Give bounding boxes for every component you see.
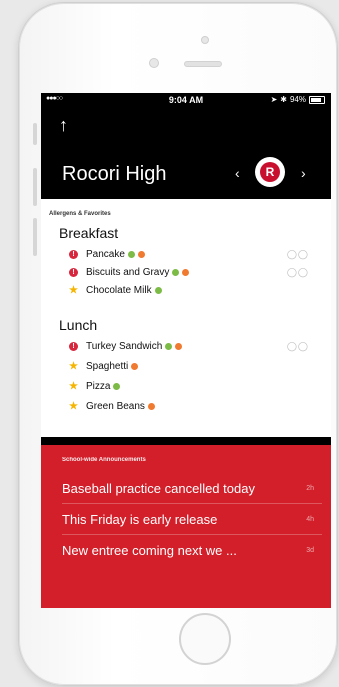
school-name: Rocori High: [62, 163, 167, 185]
drops-icon: ◯◯: [286, 267, 309, 277]
earpiece-speaker: [184, 61, 222, 67]
star-icon: ★: [69, 400, 78, 412]
gluten-tag-icon: [165, 342, 173, 350]
allergen-icon: !: [69, 249, 78, 259]
item-name: Biscuits and Gravy: [86, 266, 170, 278]
announcements-panel: School-wide Announcements Baseball pract…: [41, 445, 331, 608]
other-tag-icon: [137, 250, 145, 258]
proximity-sensor: [201, 36, 209, 44]
bluetooth-icon: ✱: [280, 95, 287, 104]
home-button[interactable]: [179, 613, 231, 665]
menu-section: Allergens & Favorites Breakfast ! Pancak…: [41, 199, 331, 437]
item-name: Chocolate Milk: [86, 284, 152, 296]
drops-icon: ◯◯: [286, 341, 309, 351]
other-tag-icon: [182, 268, 190, 276]
battery-percent: 94%: [289, 95, 306, 104]
list-item[interactable]: ★ Chocolate Milk: [69, 283, 162, 297]
divider: [41, 437, 331, 445]
drops-icon: ◯◯: [286, 249, 309, 259]
allergen-icon: !: [69, 267, 78, 277]
section-label: Allergens & Favorites: [49, 211, 111, 217]
next-school-button[interactable]: ›: [301, 165, 306, 181]
lunch-title: Lunch: [59, 317, 98, 333]
volume-up-button: [33, 168, 37, 206]
other-tag-icon: [131, 362, 139, 370]
star-icon: ★: [69, 360, 78, 372]
announcement-item[interactable]: New entree coming next we ... 3d: [62, 535, 322, 565]
announcement-item[interactable]: This Friday is early release 4h: [62, 504, 322, 535]
other-tag-icon: [147, 402, 155, 410]
item-name: Pizza: [86, 380, 111, 392]
other-tag-icon: [175, 342, 183, 350]
breakfast-title: Breakfast: [59, 225, 119, 241]
list-item[interactable]: ★ Spaghetti: [69, 359, 139, 373]
gluten-tag-icon: [172, 268, 180, 276]
item-name: Turkey Sandwich: [86, 340, 163, 352]
announcement-text: New entree coming next we ...: [62, 543, 237, 558]
list-item[interactable]: ! Turkey Sandwich: [69, 339, 183, 353]
announcements-label: School-wide Announcements: [62, 457, 146, 463]
app-header: ●●●○○ 9:04 AM ➤ ✱ 94% ↑ Rocori High ‹ R …: [41, 93, 331, 199]
prev-school-button[interactable]: ‹: [235, 165, 240, 181]
announcement-item[interactable]: Baseball practice cancelled today 2h: [62, 473, 322, 504]
mute-switch: [33, 123, 37, 145]
logo-mark: R: [260, 162, 280, 182]
star-icon: ★: [69, 284, 78, 296]
announcement-text: Baseball practice cancelled today: [62, 481, 255, 496]
front-camera: [149, 58, 159, 68]
school-logo: R: [255, 157, 285, 187]
announcement-age: 3d: [306, 547, 314, 554]
status-bar: ●●●○○ 9:04 AM ➤ ✱ 94%: [41, 93, 331, 109]
list-item[interactable]: ★ Green Beans: [69, 399, 155, 413]
status-right: ➤ ✱ 94%: [271, 95, 325, 104]
gluten-tag-icon: [113, 382, 121, 390]
announcement-age: 2h: [306, 485, 314, 492]
list-item[interactable]: ! Biscuits and Gravy: [69, 265, 190, 279]
gluten-tag-icon: [127, 250, 135, 258]
app-screen: ●●●○○ 9:04 AM ➤ ✱ 94% ↑ Rocori High ‹ R …: [41, 93, 331, 608]
gluten-tag-icon: [154, 286, 162, 294]
list-item[interactable]: ! Pancake: [69, 247, 145, 261]
volume-down-button: [33, 218, 37, 256]
location-icon: ➤: [270, 95, 278, 104]
item-name: Green Beans: [86, 400, 145, 412]
item-name: Pancake: [86, 248, 125, 260]
item-name: Spaghetti: [86, 360, 129, 372]
allergen-icon: !: [69, 341, 78, 351]
announcement-age: 4h: [306, 516, 314, 523]
star-icon: ★: [69, 380, 78, 392]
list-item[interactable]: ★ Pizza: [69, 379, 121, 393]
battery-icon: [309, 95, 325, 104]
back-arrow-icon[interactable]: ↑: [59, 115, 68, 136]
announcement-text: This Friday is early release: [62, 512, 218, 527]
